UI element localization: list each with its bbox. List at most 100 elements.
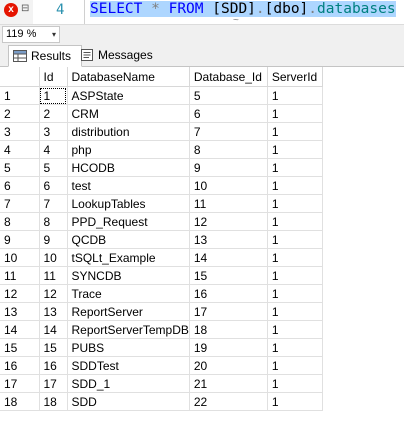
cell-databasename[interactable]: Trace xyxy=(67,284,190,303)
results-grid[interactable]: Id DatabaseName Database_Id ServerId 11A… xyxy=(0,67,404,443)
cell-database-id[interactable]: 16 xyxy=(189,284,268,303)
row-number[interactable]: 11 xyxy=(0,266,40,285)
chevron-down-icon[interactable]: ▾ xyxy=(52,27,56,42)
code-area[interactable]: SELECT * FROM [SDD].[dbo].databases ~ xyxy=(84,0,404,26)
cell-id[interactable]: 17 xyxy=(39,374,68,393)
table-row[interactable]: 11 11 SYNCDB 15 1 xyxy=(0,266,323,285)
column-header-database-id[interactable]: Database_Id xyxy=(189,67,268,87)
table-row[interactable]: 5 5 HCODB 9 1 xyxy=(0,158,323,177)
query-editor[interactable]: x ⊟ 4 SELECT * FROM [SDD].[dbo].database… xyxy=(0,0,404,26)
cell-serverid[interactable]: 1 xyxy=(267,266,323,285)
cell-serverid[interactable]: 1 xyxy=(267,104,323,123)
table-row[interactable]: 14 14 ReportServerTempDB 18 1 xyxy=(0,320,323,339)
cell-serverid[interactable]: 1 xyxy=(267,338,323,357)
row-number[interactable]: 15 xyxy=(0,338,40,357)
cell-databasename[interactable]: SDD xyxy=(67,392,190,411)
row-number[interactable]: 4 xyxy=(0,140,40,159)
row-number[interactable]: 8 xyxy=(0,212,40,231)
cell-id[interactable]: 3 xyxy=(39,122,68,141)
table-row[interactable]: 10 10 tSQLt_Example 14 1 xyxy=(0,248,323,267)
table-row[interactable]: 3 3 distribution 7 1 xyxy=(0,122,323,141)
cell-databasename[interactable]: ReportServer xyxy=(67,302,190,321)
cell-databasename[interactable]: CRM xyxy=(67,104,190,123)
row-number[interactable]: 12 xyxy=(0,284,40,303)
cell-serverid[interactable]: 1 xyxy=(267,248,323,267)
cell-databasename[interactable]: SYNCDB xyxy=(67,266,190,285)
cell-id[interactable]: 7 xyxy=(39,194,68,213)
cell-id[interactable]: 9 xyxy=(39,230,68,249)
cell-serverid[interactable]: 1 xyxy=(267,86,323,105)
row-number[interactable]: 5 xyxy=(0,158,40,177)
table-row[interactable]: 12 12 Trace 16 1 xyxy=(0,284,323,303)
cell-database-id[interactable]: 9 xyxy=(189,158,268,177)
cell-serverid[interactable]: 1 xyxy=(267,302,323,321)
cell-id[interactable]: 13 xyxy=(39,302,68,321)
cell-serverid[interactable]: 1 xyxy=(267,392,323,411)
cell-id[interactable]: 4 xyxy=(39,140,68,159)
cell-database-id[interactable]: 7 xyxy=(189,122,268,141)
row-number[interactable]: 7 xyxy=(0,194,40,213)
row-number[interactable]: 17 xyxy=(0,374,40,393)
cell-database-id[interactable]: 11 xyxy=(189,194,268,213)
cell-databasename[interactable]: HCODB xyxy=(67,158,190,177)
cell-databasename[interactable]: ReportServerTempDB xyxy=(67,320,190,339)
cell-databasename[interactable]: test xyxy=(67,176,190,195)
tab-results[interactable]: Results xyxy=(8,45,82,67)
cell-id[interactable]: 16 xyxy=(39,356,68,375)
cell-database-id[interactable]: 19 xyxy=(189,338,268,357)
cell-id[interactable]: 12 xyxy=(39,284,68,303)
cell-id[interactable]: 8 xyxy=(39,212,68,231)
cell-databasename[interactable]: LookupTables xyxy=(67,194,190,213)
table-row[interactable]: 8 8 PPD_Request 12 1 xyxy=(0,212,323,231)
cell-serverid[interactable]: 1 xyxy=(267,320,323,339)
cell-databasename[interactable]: ASPState xyxy=(67,86,190,105)
cell-serverid[interactable]: 1 xyxy=(267,140,323,159)
tab-messages[interactable]: Messages xyxy=(76,45,162,65)
cell-id[interactable]: 10 xyxy=(39,248,68,267)
cell-databasename[interactable]: tSQLt_Example xyxy=(67,248,190,267)
cell-id[interactable]: 15 xyxy=(39,338,68,357)
table-row[interactable]: 2 2 CRM 6 1 xyxy=(0,104,323,123)
cell-databasename[interactable]: SDDTest xyxy=(67,356,190,375)
chevron-down-icon[interactable]: ⊟ xyxy=(21,3,29,14)
cell-serverid[interactable]: 1 xyxy=(267,284,323,303)
cell-serverid[interactable]: 1 xyxy=(267,194,323,213)
cell-database-id[interactable]: 10 xyxy=(189,176,268,195)
table-row[interactable]: 18 18 SDD 22 1 xyxy=(0,392,323,411)
cell-databasename[interactable]: PUBS xyxy=(67,338,190,357)
row-number-header[interactable] xyxy=(0,67,40,87)
table-row[interactable]: 4 4 php 8 1 xyxy=(0,140,323,159)
table-row[interactable]: 17 17 SDD_1 21 1 xyxy=(0,374,323,393)
cell-database-id[interactable]: 17 xyxy=(189,302,268,321)
cell-databasename[interactable]: SDD_1 xyxy=(67,374,190,393)
cell-database-id[interactable]: 6 xyxy=(189,104,268,123)
row-number[interactable]: 3 xyxy=(0,122,40,141)
cell-databasename[interactable]: QCDB xyxy=(67,230,190,249)
cell-serverid[interactable]: 1 xyxy=(267,212,323,231)
cell-database-id[interactable]: 8 xyxy=(189,140,268,159)
cell-serverid[interactable]: 1 xyxy=(267,356,323,375)
table-row[interactable]: 6 6 test 10 1 xyxy=(0,176,323,195)
cell-id[interactable]: 5 xyxy=(39,158,68,177)
cell-id[interactable]: 1 xyxy=(39,86,68,105)
cell-database-id[interactable]: 13 xyxy=(189,230,268,249)
cell-id[interactable]: 6 xyxy=(39,176,68,195)
row-number[interactable]: 6 xyxy=(0,176,40,195)
row-number[interactable]: 16 xyxy=(0,356,40,375)
column-header-id[interactable]: Id xyxy=(39,67,68,87)
table-row[interactable]: 16 16 SDDTest 20 1 xyxy=(0,356,323,375)
cell-id[interactable]: 11 xyxy=(39,266,68,285)
table-row[interactable]: 1 1 ASPState 5 1 xyxy=(0,86,323,105)
cell-database-id[interactable]: 5 xyxy=(189,86,268,105)
table-row[interactable]: 13 13 ReportServer 17 1 xyxy=(0,302,323,321)
cell-serverid[interactable]: 1 xyxy=(267,230,323,249)
cell-database-id[interactable]: 21 xyxy=(189,374,268,393)
row-number[interactable]: 10 xyxy=(0,248,40,267)
row-number[interactable]: 2 xyxy=(0,104,40,123)
cell-serverid[interactable]: 1 xyxy=(267,158,323,177)
row-number[interactable]: 1 xyxy=(0,86,40,105)
cell-database-id[interactable]: 18 xyxy=(189,320,268,339)
cell-id[interactable]: 2 xyxy=(39,104,68,123)
row-number[interactable]: 18 xyxy=(0,392,40,411)
cell-database-id[interactable]: 12 xyxy=(189,212,268,231)
